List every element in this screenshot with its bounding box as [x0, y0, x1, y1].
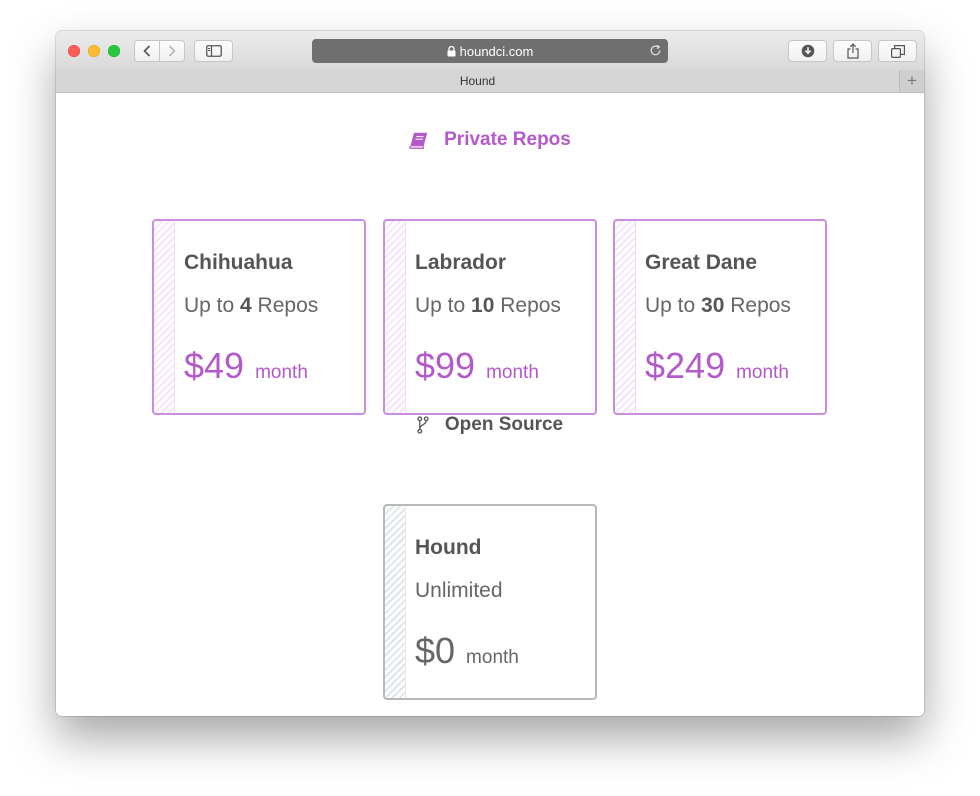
- navigation-buttons: [134, 40, 185, 62]
- tab-title: Hound: [459, 74, 496, 88]
- address-bar[interactable]: houndci.com: [312, 39, 668, 63]
- plan-price: $99: [415, 345, 476, 386]
- browser-window: houndci.com Hound + Private Repos Chihua…: [56, 31, 924, 716]
- forward-button[interactable]: [159, 40, 185, 62]
- card-stripe: [385, 506, 406, 698]
- share-button[interactable]: [833, 40, 872, 62]
- plan-period: month: [466, 647, 519, 668]
- download-icon: [801, 44, 814, 58]
- plan-card-hound[interactable]: Hound Unlimited $0 month: [383, 504, 597, 700]
- plan-price-row: $0 month: [415, 630, 519, 672]
- reload-icon[interactable]: [649, 44, 662, 60]
- minimize-window-button[interactable]: [88, 45, 100, 57]
- plan-repo-limit: Up to 30 Repos: [645, 294, 791, 317]
- plan-price: $49: [184, 345, 245, 386]
- plan-repo-limit: Up to 4 Repos: [184, 294, 319, 317]
- card-stripe: [615, 221, 636, 413]
- url-text: houndci.com: [459, 43, 534, 59]
- show-tabs-button[interactable]: [878, 40, 917, 62]
- tabs-overview-icon: [890, 44, 905, 58]
- sidebar-icon: [205, 45, 222, 57]
- card-stripe: [154, 221, 175, 413]
- book-icon: [409, 132, 428, 149]
- plan-price-row: $49 month: [184, 345, 308, 387]
- plan-name: Labrador: [415, 251, 507, 274]
- open-source-heading: Open Source: [56, 414, 924, 436]
- tab-hound[interactable]: Hound: [56, 70, 899, 92]
- browser-toolbar: houndci.com: [56, 31, 924, 71]
- back-button[interactable]: [134, 40, 160, 62]
- plan-name: Chihuahua: [184, 251, 293, 274]
- chevron-left-icon: [143, 45, 151, 57]
- plan-repo-limit: Up to 10 Repos: [415, 294, 561, 317]
- chevron-right-icon: [168, 45, 176, 57]
- lock-icon: [447, 45, 456, 57]
- plan-name: Hound: [415, 536, 482, 559]
- plan-price-row: $99 month: [415, 345, 539, 387]
- sidebar-toggle-button[interactable]: [194, 40, 233, 62]
- plan-period: month: [736, 362, 789, 383]
- plan-price: $0: [415, 630, 456, 671]
- plan-price: $249: [645, 345, 726, 386]
- private-repos-heading: Private Repos: [56, 129, 924, 151]
- card-stripe: [385, 221, 406, 413]
- zoom-window-button[interactable]: [108, 45, 120, 57]
- plan-card-great-dane[interactable]: Great Dane Up to 30 Repos $249 month: [613, 219, 827, 415]
- plan-name: Great Dane: [645, 251, 758, 274]
- downloads-button[interactable]: [788, 40, 827, 62]
- close-window-button[interactable]: [68, 45, 80, 57]
- plan-card-labrador[interactable]: Labrador Up to 10 Repos $99 month: [383, 219, 597, 415]
- section-title-text: Private Repos: [444, 129, 571, 150]
- plan-price-row: $249 month: [645, 345, 789, 387]
- plan-card-chihuahua[interactable]: Chihuahua Up to 4 Repos $49 month: [152, 219, 366, 415]
- plus-icon: +: [907, 71, 917, 90]
- share-icon: [846, 43, 859, 59]
- plan-period: month: [486, 362, 539, 383]
- plan-repo-limit: Unlimited: [415, 579, 503, 602]
- tab-bar: Hound +: [56, 70, 924, 93]
- git-branch-icon: [417, 416, 429, 434]
- page-content: Private Repos Chihuahua Up to 4 Repos $4…: [56, 93, 924, 716]
- new-tab-button[interactable]: +: [899, 70, 924, 92]
- plan-period: month: [255, 362, 308, 383]
- section-title-text: Open Source: [444, 414, 564, 435]
